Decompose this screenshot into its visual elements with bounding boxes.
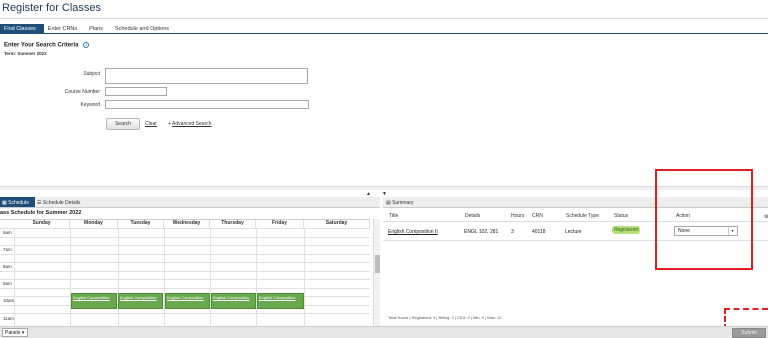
term-label: Term: Summer 2022 xyxy=(4,51,47,56)
day-header: Saturday xyxy=(304,220,370,228)
summary-title: Summary xyxy=(392,200,414,206)
course-crn: 40118 xyxy=(532,229,546,235)
schedule-scrollbar[interactable] xyxy=(373,219,380,327)
day-header: Friday xyxy=(256,220,304,228)
time-label: 6am xyxy=(3,230,12,235)
register-page: Register for Classes Find Classes Enter … xyxy=(0,0,768,338)
search-heading-text: Enter Your Search Criteria xyxy=(4,42,79,49)
tab-schedule-details-label: Schedule Details xyxy=(42,200,81,206)
search-button[interactable]: Search xyxy=(106,118,140,130)
class-event[interactable]: English Composition xyxy=(165,293,210,309)
time-row xyxy=(0,228,370,229)
panels-label: Panels xyxy=(5,330,21,336)
col-header-details[interactable]: Details xyxy=(465,213,480,219)
half-hour-row xyxy=(0,288,370,289)
footer-bar: Panels ▾ Submit xyxy=(0,326,768,338)
half-hour-row xyxy=(0,237,370,238)
tab-schedule-details[interactable]: ☰ Schedule Details xyxy=(35,197,86,207)
day-header: Tuesday xyxy=(118,220,164,228)
time-row xyxy=(0,313,370,314)
class-event[interactable]: English Composition xyxy=(211,293,256,309)
time-label: 11am xyxy=(3,316,14,321)
course-title-link[interactable]: English Composition II xyxy=(388,229,438,235)
highlight-box xyxy=(655,169,753,270)
time-row xyxy=(0,262,370,263)
info-icon[interactable]: i xyxy=(83,42,90,48)
totals-summary: Total Hours | Registered: 3 | Billing: 3… xyxy=(388,315,502,320)
page-title: Register for Classes xyxy=(2,2,102,14)
class-event[interactable]: English Composition xyxy=(257,293,304,309)
half-hour-row xyxy=(0,254,370,255)
tab-schedule-options[interactable]: Schedule and Options xyxy=(111,24,177,34)
chevron-down-icon: ▾ xyxy=(21,330,25,336)
col-header-crn[interactable]: CRN xyxy=(532,213,543,219)
col-header-title[interactable]: Title xyxy=(389,213,398,219)
time-label: 7am xyxy=(3,247,12,252)
main-tabs: Find Classes Enter CRNs Plans Schedule a… xyxy=(0,24,768,34)
advanced-search-link[interactable]: + Advanced Search xyxy=(168,121,212,127)
half-hour-row xyxy=(0,271,370,272)
col-header-schedule-type[interactable]: Schedule Type xyxy=(566,213,599,219)
time-row xyxy=(0,279,370,280)
clear-link[interactable]: Clear xyxy=(145,121,157,127)
tab-plans[interactable]: Plans xyxy=(85,24,111,34)
search-heading: Enter Your Search Criteria i xyxy=(4,42,90,49)
panels-button[interactable]: Panels ▾ xyxy=(2,328,28,337)
scrollbar-thumb[interactable] xyxy=(375,255,380,273)
subject-label: Subject xyxy=(83,71,100,77)
schedule-tabs: ▦ Schedule ☰ Schedule Details xyxy=(0,197,380,208)
time-label: 10am xyxy=(3,298,15,303)
course-number-label: Course Number xyxy=(64,89,100,95)
tab-schedule[interactable]: ▦ Schedule xyxy=(0,197,35,207)
day-header: Wednesday xyxy=(164,220,210,228)
class-event[interactable]: English Composition xyxy=(71,293,117,309)
col-header-status[interactable]: Status xyxy=(614,213,628,219)
tab-find-classes[interactable]: Find Classes xyxy=(0,24,44,34)
course-number-input[interactable] xyxy=(105,87,167,96)
time-label: 9am xyxy=(3,281,12,286)
course-hours: 3 xyxy=(511,229,514,235)
schedule-calendar: Sunday Monday Tuesday Wednesday Thursday… xyxy=(0,219,370,328)
subject-input[interactable] xyxy=(105,68,308,84)
time-label: 8am xyxy=(3,264,12,269)
class-event[interactable]: English Composition xyxy=(118,293,163,309)
time-row xyxy=(0,245,370,246)
header-divider xyxy=(0,18,768,19)
advanced-search-text: Advanced Search xyxy=(172,121,212,127)
panel-divider xyxy=(0,186,768,190)
day-header: Thursday xyxy=(210,220,256,228)
course-schedule-type: Lecture xyxy=(565,229,582,235)
submit-button[interactable]: Submit xyxy=(732,328,766,338)
day-header: Sunday xyxy=(14,220,70,228)
status-badge: Registered xyxy=(612,226,641,234)
col-header-hours[interactable]: Hours xyxy=(511,213,524,219)
keyword-label: Keyword xyxy=(80,102,100,108)
schedule-title: ass Schedule for Summer 2022 xyxy=(0,210,82,216)
tab-enter-crns[interactable]: Enter CRNs xyxy=(44,24,85,34)
course-details: ENGL 102, 281 xyxy=(464,229,499,235)
tab-schedule-label: Schedule xyxy=(8,200,29,206)
keyword-input[interactable] xyxy=(105,100,309,109)
settings-icon[interactable]: ⚙ xyxy=(764,214,768,220)
day-header: Monday xyxy=(70,220,118,228)
